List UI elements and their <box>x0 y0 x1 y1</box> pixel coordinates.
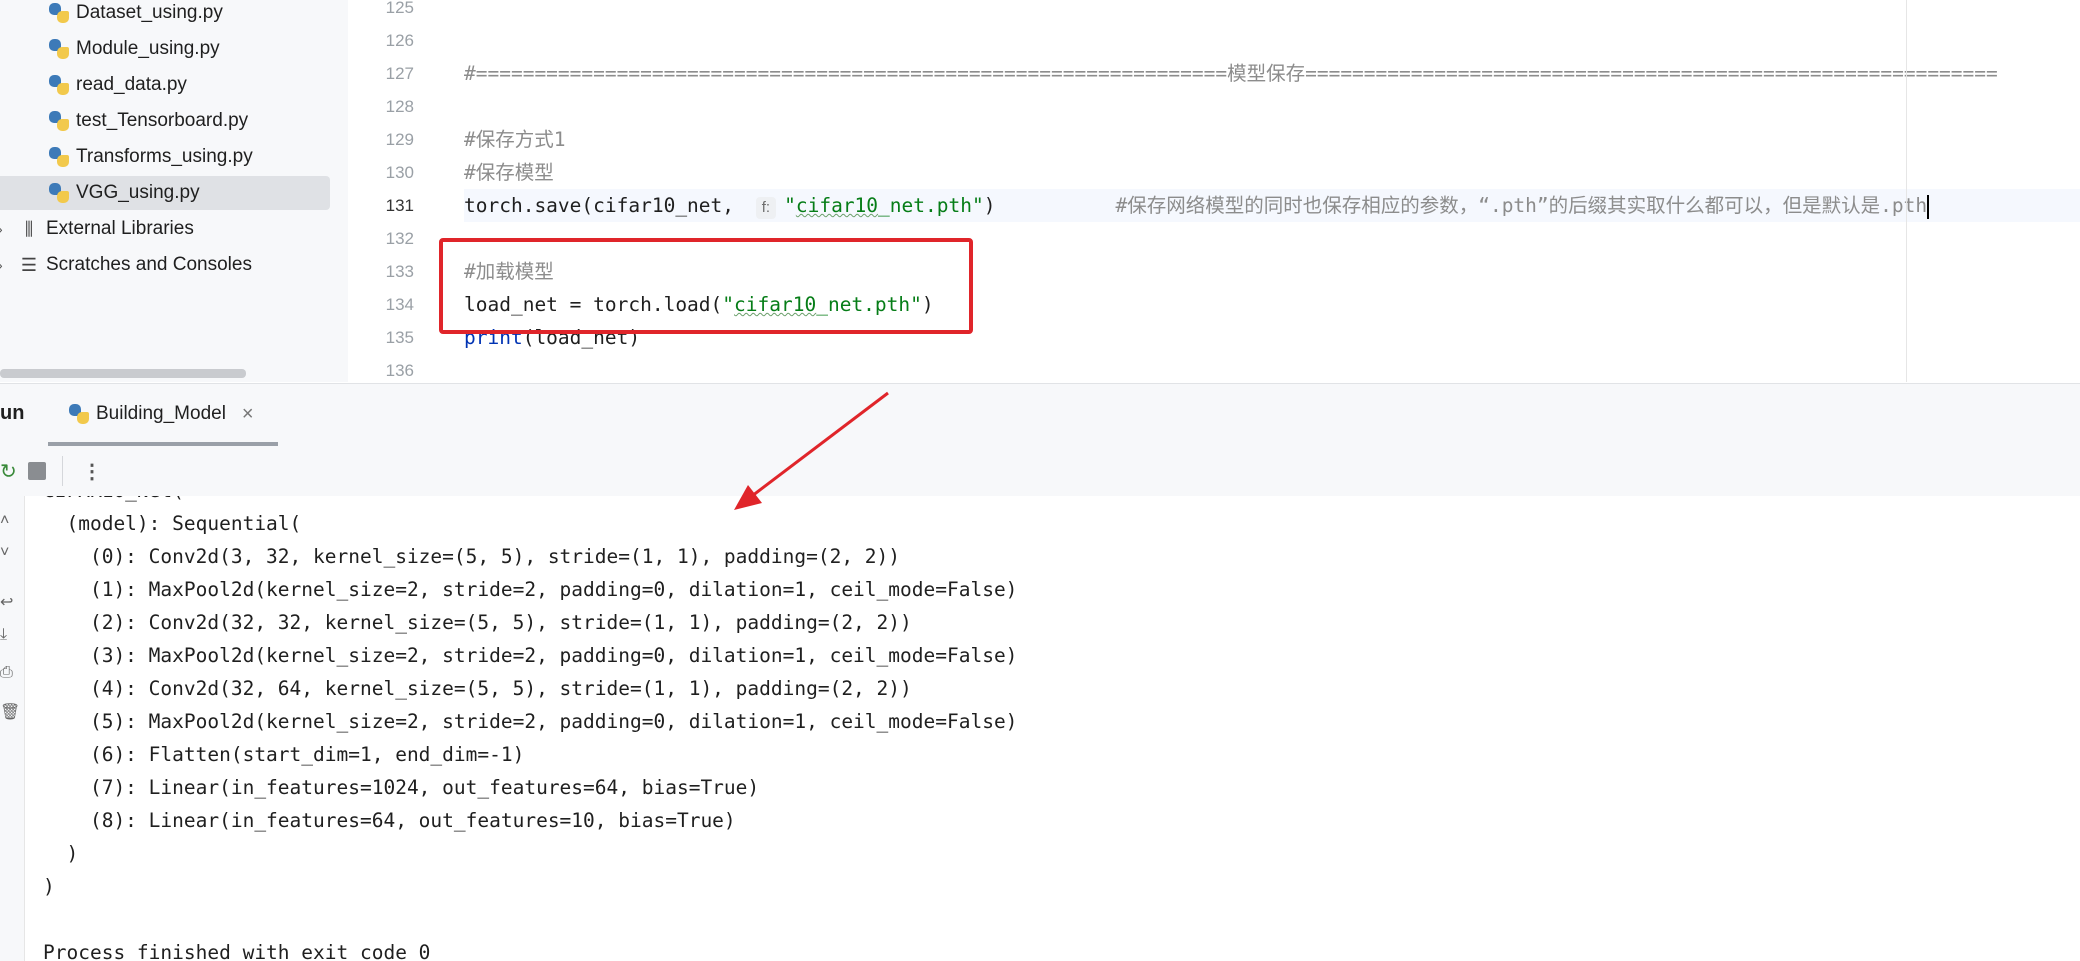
console-line: (8): Linear(in_features=64, out_features… <box>43 809 736 832</box>
console-line: (7): Linear(in_features=1024, out_featur… <box>43 776 760 799</box>
line-number: 127 <box>385 64 414 83</box>
inline-comment: #保存网络模型的同时也保存相应的参数，“.pth”的后缀其实取什么都可以，但是默… <box>1115 194 1928 217</box>
console-line: (3): MaxPool2d(kernel_size=2, stride=2, … <box>43 644 1018 667</box>
typo-squiggle-text: cifar10 <box>795 194 879 217</box>
tree-file-label: Dataset_using.py <box>76 2 223 23</box>
tree-file-vgg-using[interactable]: VGG_using.py <box>0 176 330 210</box>
tree-horizontal-scrollbar[interactable] <box>0 369 246 378</box>
tree-file-label: VGG_using.py <box>76 182 200 203</box>
scroll-down-icon[interactable]: ˅ <box>0 544 9 562</box>
console-line: CIFAR10_Net( <box>43 496 184 507</box>
code-token: torch.save(cifar10_net, <box>464 194 746 217</box>
line-number: 129 <box>385 130 414 149</box>
scroll-up-icon[interactable]: ˄ <box>0 512 9 530</box>
run-toolbar: ↻ ⋮ <box>0 446 2080 496</box>
line-number: 133 <box>385 262 414 281</box>
print-icon[interactable]: ⎙ <box>0 664 13 682</box>
tree-file-module-using[interactable]: Module_using.py <box>0 32 330 66</box>
console-line: (2): Conv2d(32, 32, kernel_size=(5, 5), … <box>43 611 912 634</box>
tree-file-label: Module_using.py <box>76 38 220 59</box>
stop-icon[interactable] <box>28 462 46 480</box>
line-number: 125 <box>385 0 414 17</box>
tree-file-label: read_data.py <box>76 74 187 95</box>
trash-icon[interactable]: 🗑 <box>0 702 20 722</box>
console-line: ) <box>43 875 55 898</box>
tree-file-label: Transforms_using.py <box>76 146 253 167</box>
line-number: 128 <box>385 97 414 116</box>
tree-group-label: Scratches and Consoles <box>46 254 252 275</box>
parameter-hint-badge: f: <box>755 197 777 219</box>
scratches-icon: ☰ <box>20 254 38 275</box>
python-file-icon <box>48 146 70 168</box>
tree-file-transforms-using[interactable]: Transforms_using.py <box>0 140 330 174</box>
console-line: (model): Sequential( <box>43 512 302 535</box>
string-literal: "cifar10_net.pth" <box>784 194 984 217</box>
code-token: ) <box>983 194 996 217</box>
console-line: (4): Conv2d(32, 64, kernel_size=(5, 5), … <box>43 677 912 700</box>
run-side-toolbar: ˄ ˅ ↩ ⤓ ⎙ 🗑 <box>0 496 25 961</box>
run-tab-label: Building_Model <box>96 403 226 424</box>
console-output[interactable]: CIFAR10_Net( (model): Sequential( (0): C… <box>25 496 2080 961</box>
code-line-131[interactable]: torch.save(cifar10_net, f: "cifar10_net.p… <box>464 189 2080 222</box>
run-tab-building-model[interactable]: Building_Model × <box>48 384 254 444</box>
line-number: 132 <box>385 229 414 248</box>
tree-file-read-data[interactable]: read_data.py <box>0 68 330 102</box>
line-number: 135 <box>385 328 414 347</box>
chevron-right-icon[interactable]: › <box>0 257 10 273</box>
rerun-icon[interactable]: ↻ <box>0 459 17 484</box>
console-line: (1): MaxPool2d(kernel_size=2, stride=2, … <box>43 578 1018 601</box>
run-panel-title: un <box>0 402 25 424</box>
line-number-current: 131 <box>385 196 414 215</box>
annotation-highlight-box <box>439 238 973 334</box>
code-line-129[interactable]: #保存方式1 <box>464 123 2080 156</box>
close-icon[interactable]: × <box>242 403 254 426</box>
console-line: (5): MaxPool2d(kernel_size=2, stride=2, … <box>43 710 1018 733</box>
python-file-icon <box>48 38 70 60</box>
python-file-icon <box>68 403 90 425</box>
console-exit-line: Process finished with exit code 0 <box>43 941 431 961</box>
text-caret <box>1927 194 1930 219</box>
run-panel-header: un Building_Model × <box>0 383 2080 446</box>
soft-wrap-icon[interactable]: ↩ <box>0 592 13 612</box>
right-margin-guide <box>1906 0 1907 382</box>
tree-file-dataset-using[interactable]: Dataset_using.py <box>0 0 330 30</box>
console-line: (0): Conv2d(3, 32, kernel_size=(5, 5), s… <box>43 545 901 568</box>
more-options-icon[interactable]: ⋮ <box>82 459 102 484</box>
console-line: (6): Flatten(start_dim=1, end_dim=-1) <box>43 743 525 766</box>
project-tree: Dataset_using.py Module_using.py read_da… <box>0 0 348 382</box>
console-line: ) <box>43 842 79 865</box>
chevron-right-icon[interactable]: › <box>0 221 10 237</box>
toolbar-divider <box>62 456 63 486</box>
python-file-icon <box>48 182 70 204</box>
library-icon: ⫼ <box>24 218 34 239</box>
code-line-130[interactable]: #保存模型 <box>464 156 2080 189</box>
line-number: 126 <box>385 31 414 50</box>
scroll-to-end-icon[interactable]: ⤓ <box>0 626 7 644</box>
tree-group-label: External Libraries <box>46 218 194 239</box>
python-file-icon <box>48 2 70 24</box>
tree-scratches-consoles[interactable]: › ☰ Scratches and Consoles <box>0 248 330 282</box>
line-number: 134 <box>385 295 414 314</box>
python-file-icon <box>48 74 70 96</box>
tree-file-test-tensorboard[interactable]: test_Tensorboard.py <box>0 104 330 138</box>
tree-file-label: test_Tensorboard.py <box>76 110 249 131</box>
line-number: 130 <box>385 163 414 182</box>
tree-external-libraries[interactable]: › ⫼ External Libraries <box>0 212 330 246</box>
python-file-icon <box>48 110 70 132</box>
line-number: 136 <box>385 361 414 380</box>
code-line-127[interactable]: #=======================================… <box>464 57 2080 90</box>
